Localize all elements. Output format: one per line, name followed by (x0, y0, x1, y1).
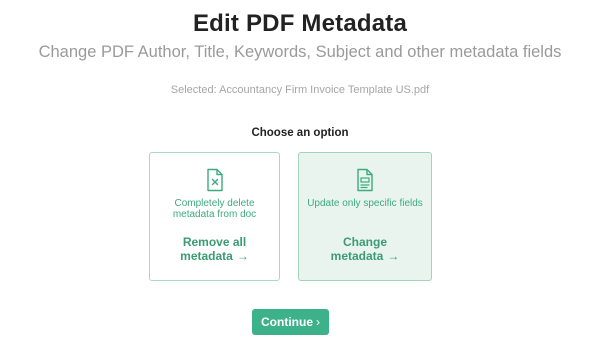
remove-option-description: Completely delete metadata from doc (172, 198, 257, 220)
file-x-icon (150, 168, 279, 194)
chevron-right-icon: › (316, 315, 320, 329)
selected-file-text: Selected: Accountancy Firm Invoice Templ… (170, 84, 430, 96)
remove-option-label: Remove all metadata → (150, 235, 279, 263)
continue-button[interactable]: Continue › (252, 309, 329, 335)
remove-metadata-option-card[interactable]: Completely delete metadata from doc Remo… (149, 152, 280, 281)
change-option-label-line2: metadata (330, 249, 384, 263)
choose-option-heading: Choose an option (251, 127, 349, 139)
continue-button-label: Continue (261, 315, 313, 329)
arrow-right-icon: → (387, 249, 400, 263)
change-option-label: Change metadata → (299, 235, 431, 263)
page-title: Edit PDF Metadata (192, 10, 408, 37)
change-option-description: Update only specific fields (307, 198, 423, 209)
page-subtitle: Change PDF Author, Title, Keywords, Subj… (38, 43, 562, 61)
remove-option-label-line1: Remove all (182, 235, 247, 249)
change-metadata-option-card[interactable]: Update only specific fields Change metad… (298, 152, 432, 281)
file-list-icon (299, 168, 431, 194)
change-option-label-line1: Change (342, 235, 387, 249)
arrow-right-icon: → (236, 249, 249, 263)
remove-option-label-line2: metadata (180, 249, 233, 263)
